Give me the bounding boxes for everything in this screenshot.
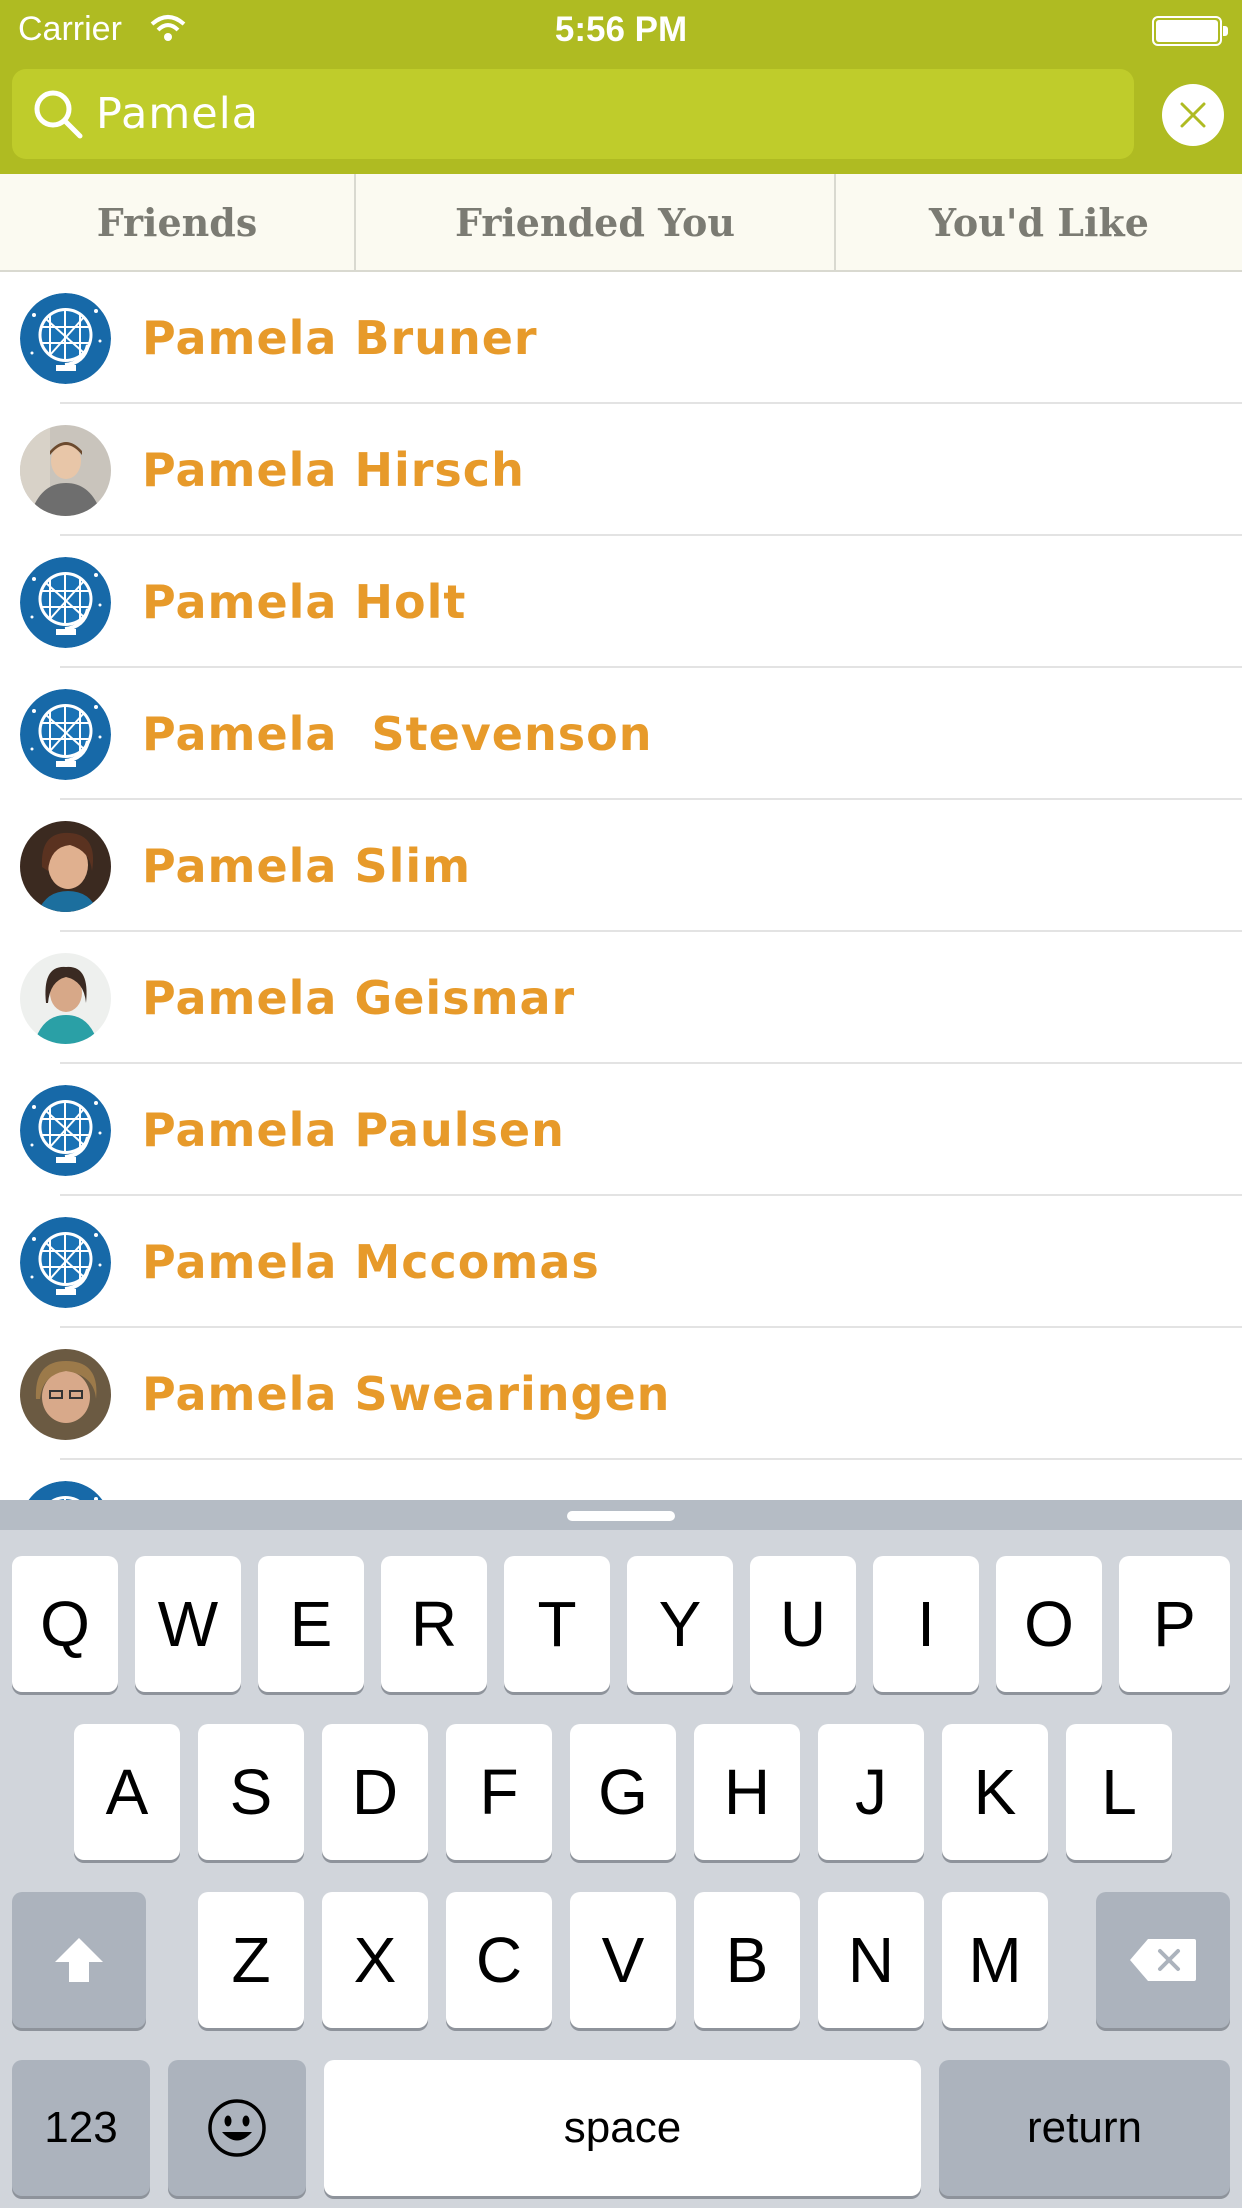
list-item[interactable] — [0, 1460, 1242, 1500]
avatar — [20, 425, 111, 516]
avatar — [20, 821, 111, 912]
friend-name: Pamela Bruner — [142, 311, 538, 365]
numbers-key[interactable]: 123 — [12, 2060, 150, 2196]
list-item[interactable]: Pamela Paulsen — [0, 1064, 1242, 1196]
friend-name: Pamela Paulsen — [142, 1103, 565, 1157]
globe-icon — [20, 1217, 111, 1308]
close-icon — [1180, 102, 1206, 128]
globe-icon — [20, 557, 111, 648]
list-item[interactable]: Pamela Holt — [0, 536, 1242, 668]
clear-search-button[interactable] — [1162, 84, 1224, 146]
key-y[interactable]: Y — [627, 1556, 733, 1692]
friend-name: Pamela Mccomas — [142, 1235, 600, 1289]
list-item[interactable]: Pamela Stevenson — [0, 668, 1242, 800]
space-key[interactable]: space — [324, 2060, 921, 2196]
key-i[interactable]: I — [873, 1556, 979, 1692]
key-s[interactable]: S — [198, 1724, 304, 1860]
list-item[interactable]: Pamela Bruner — [0, 272, 1242, 404]
globe-icon — [20, 293, 111, 384]
key-h[interactable]: H — [694, 1724, 800, 1860]
globe-icon — [20, 689, 111, 780]
friend-name: Pamela Swearingen — [142, 1367, 671, 1421]
search-input[interactable] — [96, 69, 1096, 159]
key-u[interactable]: U — [750, 1556, 856, 1692]
backspace-icon — [1130, 1939, 1196, 1981]
friend-name: Pamela Geismar — [142, 971, 576, 1025]
delete-key[interactable] — [1096, 1892, 1230, 2028]
list-item[interactable]: Pamela Swearingen — [0, 1328, 1242, 1460]
shift-key[interactable] — [12, 1892, 146, 2028]
battery-icon — [1152, 16, 1228, 46]
key-g[interactable]: G — [570, 1724, 676, 1860]
tab-youd-like[interactable]: You'd Like — [836, 174, 1242, 270]
search-bar[interactable] — [12, 69, 1134, 159]
key-v[interactable]: V — [570, 1892, 676, 2028]
tab-friends[interactable]: Friends — [0, 174, 356, 270]
keyboard: Q W E R T Y U I O P A S D F G H J K L Z … — [0, 1500, 1242, 2208]
list-item[interactable]: Pamela Mccomas — [0, 1196, 1242, 1328]
clock: 5:56 PM — [554, 10, 688, 49]
friend-name: Pamela Hirsch — [142, 443, 525, 497]
friend-name: Pamela Holt — [142, 575, 467, 629]
key-k[interactable]: K — [942, 1724, 1048, 1860]
friend-name: Pamela Stevenson — [142, 707, 653, 761]
friend-name: Pamela Slim — [142, 839, 472, 893]
search-icon — [32, 88, 84, 145]
globe-icon — [20, 1481, 111, 1500]
key-j[interactable]: J — [818, 1724, 924, 1860]
key-c[interactable]: C — [446, 1892, 552, 2028]
key-a[interactable]: A — [74, 1724, 180, 1860]
key-p[interactable]: P — [1119, 1556, 1230, 1692]
emoji-icon — [208, 2099, 266, 2157]
key-o[interactable]: O — [996, 1556, 1102, 1692]
search-results-list[interactable]: Pamela Bruner Pamela Hirsch Pamela Holt … — [0, 272, 1242, 1500]
key-f[interactable]: F — [446, 1724, 552, 1860]
key-b[interactable]: B — [694, 1892, 800, 2028]
list-item[interactable]: Pamela Hirsch — [0, 404, 1242, 536]
key-z[interactable]: Z — [198, 1892, 304, 2028]
shift-arrow-icon — [55, 1938, 103, 1982]
keyboard-drag-handle[interactable] — [567, 1511, 675, 1521]
status-bar: Carrier 5:56 PM — [0, 0, 1242, 62]
return-key[interactable]: return — [939, 2060, 1230, 2196]
key-n[interactable]: N — [818, 1892, 924, 2028]
key-r[interactable]: R — [381, 1556, 487, 1692]
key-d[interactable]: D — [322, 1724, 428, 1860]
avatar — [20, 1349, 111, 1440]
emoji-key[interactable] — [168, 2060, 306, 2196]
header: Carrier 5:56 PM — [0, 0, 1242, 174]
filter-tabs: Friends Friended You You'd Like — [0, 174, 1242, 272]
tab-friended-you[interactable]: Friended You — [356, 174, 836, 270]
key-q[interactable]: Q — [12, 1556, 118, 1692]
avatar — [20, 953, 111, 1044]
key-t[interactable]: T — [504, 1556, 610, 1692]
key-e[interactable]: E — [258, 1556, 364, 1692]
globe-icon — [20, 1085, 111, 1176]
keyboard-top-bar — [0, 1500, 1242, 1530]
list-item[interactable]: Pamela Geismar — [0, 932, 1242, 1064]
key-l[interactable]: L — [1066, 1724, 1172, 1860]
list-item[interactable]: Pamela Slim — [0, 800, 1242, 932]
key-x[interactable]: X — [322, 1892, 428, 2028]
key-m[interactable]: M — [942, 1892, 1048, 2028]
key-w[interactable]: W — [135, 1556, 241, 1692]
